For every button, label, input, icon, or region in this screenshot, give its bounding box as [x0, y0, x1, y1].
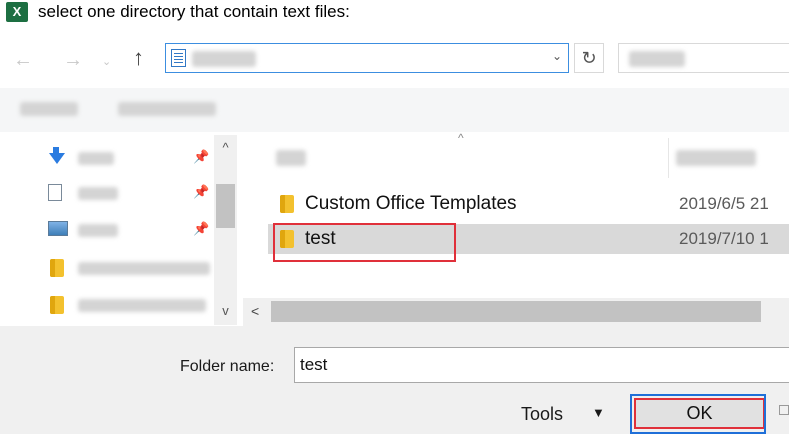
nav-scrollbar[interactable]	[214, 135, 237, 325]
nav-item-folder[interactable]	[0, 253, 212, 283]
file-date: 2019/7/10 1	[679, 229, 769, 248]
nav-item-label-obscured	[78, 224, 118, 237]
address-path-obscured	[192, 51, 256, 67]
column-header-date-modified[interactable]	[676, 150, 756, 166]
recent-locations-chevron-icon[interactable]: ⌄	[102, 52, 111, 72]
address-bar[interactable]: ⌄	[165, 43, 569, 73]
horizontal-scrollbar-thumb[interactable]	[271, 301, 761, 322]
back-arrow-icon[interactable]: ←	[13, 50, 33, 70]
annotation-highlight-red	[273, 223, 456, 262]
annotation-highlight-blue	[630, 394, 766, 434]
download-arrow-icon	[49, 153, 65, 164]
refresh-icon[interactable]: ↻	[574, 43, 604, 73]
resize-grip[interactable]	[779, 405, 789, 415]
horizontal-scrollbar[interactable]: <	[243, 298, 789, 326]
nav-item-downloads[interactable]: 📌	[0, 143, 212, 173]
list-item[interactable]: Custom Office Templates 2019/6/5 21	[268, 189, 789, 219]
chevron-down-icon[interactable]: ⌄	[552, 49, 562, 63]
navigation-pane: 📌 📌 📌	[0, 135, 240, 325]
nav-item-documents[interactable]: 📌	[0, 178, 212, 208]
folder-icon	[50, 259, 64, 277]
nav-item-label-obscured	[78, 187, 118, 200]
nav-scrollbar-thumb[interactable]	[216, 184, 235, 228]
scroll-down-icon[interactable]: v	[214, 303, 237, 318]
document-icon	[48, 184, 62, 201]
file-date: 2019/6/5 21	[679, 194, 769, 213]
pin-icon[interactable]: 📌	[193, 184, 209, 200]
folder-icon	[50, 296, 64, 314]
folder-name-label: Folder name:	[180, 358, 275, 375]
pin-icon[interactable]: 📌	[193, 149, 209, 165]
tools-button[interactable]: Tools	[521, 403, 563, 425]
organize-button[interactable]	[20, 102, 78, 116]
nav-item-folder[interactable]	[0, 290, 212, 320]
excel-icon: X	[6, 2, 28, 22]
folder-name-input[interactable]	[294, 347, 789, 383]
chevron-down-icon[interactable]: ▼	[592, 405, 605, 420]
forward-arrow-icon[interactable]: →	[63, 50, 83, 70]
pin-icon[interactable]: 📌	[193, 221, 209, 237]
folder-icon	[280, 195, 294, 213]
column-header-name[interactable]	[276, 150, 306, 166]
search-input[interactable]	[618, 43, 789, 73]
scroll-up-icon[interactable]: ^	[214, 140, 237, 155]
file-name: Custom Office Templates	[305, 193, 517, 214]
nav-item-label-obscured	[78, 262, 210, 275]
up-arrow-icon[interactable]: ↑	[133, 47, 144, 69]
nav-item-label-obscured	[78, 299, 206, 312]
column-divider[interactable]	[668, 138, 669, 178]
sort-ascending-icon: ^	[458, 131, 464, 145]
scroll-left-icon[interactable]: <	[251, 303, 259, 319]
command-toolbar	[0, 88, 789, 132]
new-folder-button[interactable]	[118, 102, 216, 116]
nav-item-label-obscured	[78, 152, 114, 165]
title-bar: X select one directory that contain text…	[0, 0, 789, 28]
search-placeholder-obscured	[629, 51, 685, 67]
download-arrow-stem	[53, 147, 59, 154]
nav-item-pictures[interactable]: 📌	[0, 215, 212, 245]
document-icon	[171, 49, 186, 67]
dialog-title: select one directory that contain text f…	[38, 2, 350, 21]
picture-icon	[48, 221, 68, 236]
